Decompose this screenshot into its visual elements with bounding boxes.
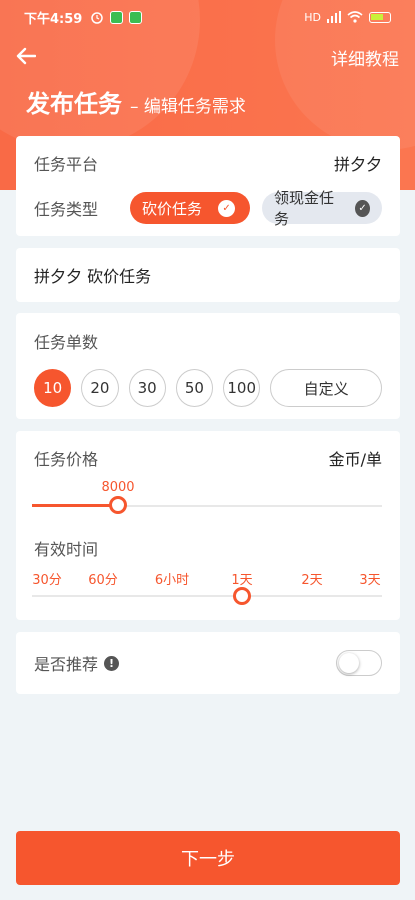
price-duration-card: 任务价格 金币/单 8000 有效时间 30分 60分 6小时 1天 2天 3天 <box>16 431 400 620</box>
task-type-option-label: 领现金任务 <box>274 189 335 228</box>
task-type-label: 任务类型 <box>34 200 99 219</box>
task-name-card[interactable]: 拼夕夕 砍价任务 <box>16 248 400 302</box>
status-time: 下午4:59 <box>24 11 83 27</box>
price-slider-fill <box>32 504 118 507</box>
check-icon: ✓ <box>218 199 236 217</box>
task-count-card: 任务单数 10 20 30 50 100 自定义 <box>16 313 400 419</box>
task-type-option-cash[interactable]: 领现金任务 ✓ <box>262 189 382 228</box>
count-option-50[interactable]: 50 <box>175 369 214 407</box>
duration-tick: 30分 <box>32 573 62 588</box>
task-type-option-label: 砍价任务 <box>142 199 203 218</box>
duration-slider-thumb[interactable] <box>233 587 251 605</box>
count-option-100[interactable]: 100 <box>223 369 261 407</box>
info-icon[interactable]: ! <box>104 655 120 671</box>
count-option-20[interactable]: 20 <box>81 369 119 407</box>
duration-tick: 2天 <box>301 573 323 588</box>
next-step-button[interactable]: 下一步 <box>16 831 400 885</box>
task-type-options: 砍价任务 ✓ 领现金任务 ✓ <box>130 189 382 228</box>
price-row: 任务价格 金币/单 <box>16 431 400 485</box>
back-arrow-icon[interactable] <box>16 44 48 70</box>
status-bar: 下午4:59 HD <box>0 0 415 34</box>
duration-slider-track <box>32 595 382 597</box>
status-notification-icons <box>90 10 143 24</box>
recommend-card: 是否推荐 ! <box>16 632 400 694</box>
task-name-row: 拼夕夕 砍价任务 <box>16 248 400 302</box>
duration-label: 有效时间 <box>34 540 99 559</box>
alarm-icon <box>91 12 104 24</box>
price-label: 任务价格 <box>34 450 99 469</box>
price-unit: 金币/单 <box>328 450 382 469</box>
duration-tick: 1天 <box>231 573 253 588</box>
price-slider-thumb[interactable] <box>109 496 127 514</box>
network-label: HD <box>304 10 321 24</box>
battery-icon <box>369 11 391 23</box>
platform-label: 任务平台 <box>34 155 99 174</box>
count-option-10[interactable]: 10 <box>34 369 72 407</box>
tutorial-link[interactable]: 详细教程 <box>331 45 399 70</box>
task-type-option-bargain[interactable]: 砍价任务 ✓ <box>130 192 250 224</box>
platform-row: 任务平台 拼夕夕 <box>16 136 400 188</box>
price-slider-value: 8000 <box>101 480 135 495</box>
duration-tick: 6小时 <box>154 573 190 588</box>
status-system-icons: HD <box>304 11 391 24</box>
duration-row: 有效时间 <box>16 535 400 561</box>
recommend-toggle[interactable] <box>336 650 382 676</box>
task-count-row: 任务单数 <box>16 313 400 369</box>
price-slider[interactable]: 8000 <box>16 479 400 519</box>
app-notification-icon <box>110 10 124 24</box>
duration-tick: 60分 <box>88 573 118 588</box>
recommend-label: 是否推荐 <box>34 655 99 674</box>
duration-slider[interactable]: 30分 60分 6小时 1天 2天 3天 <box>16 567 400 611</box>
page-title-row: 发布任务 – 编辑任务需求 <box>26 84 246 119</box>
count-custom-button[interactable]: 自定义 <box>270 369 383 407</box>
duration-tick: 3天 <box>359 573 381 588</box>
count-option-30[interactable]: 30 <box>128 369 166 407</box>
wifi-icon <box>347 11 363 23</box>
platform-value[interactable]: 拼夕夕 <box>334 151 382 175</box>
platform-type-card: 任务平台 拼夕夕 任务类型 砍价任务 ✓ 领现金任务 ✓ <box>16 136 400 236</box>
task-count-label: 任务单数 <box>34 333 99 352</box>
nav-bar: 详细教程 <box>0 40 415 74</box>
task-type-row: 任务类型 砍价任务 ✓ 领现金任务 ✓ <box>16 188 400 228</box>
app-notification-icon <box>129 10 143 24</box>
page-subtitle: – 编辑任务需求 <box>130 97 246 117</box>
task-name-field[interactable]: 拼夕夕 砍价任务 <box>34 263 151 287</box>
recommend-row: 是否推荐 ! <box>16 632 400 694</box>
signal-icon <box>327 11 341 23</box>
toggle-knob <box>339 653 359 673</box>
check-icon: ✓ <box>355 199 370 217</box>
task-count-options: 10 20 30 50 100 自定义 <box>16 369 400 407</box>
page-title: 发布任务 <box>26 90 122 118</box>
